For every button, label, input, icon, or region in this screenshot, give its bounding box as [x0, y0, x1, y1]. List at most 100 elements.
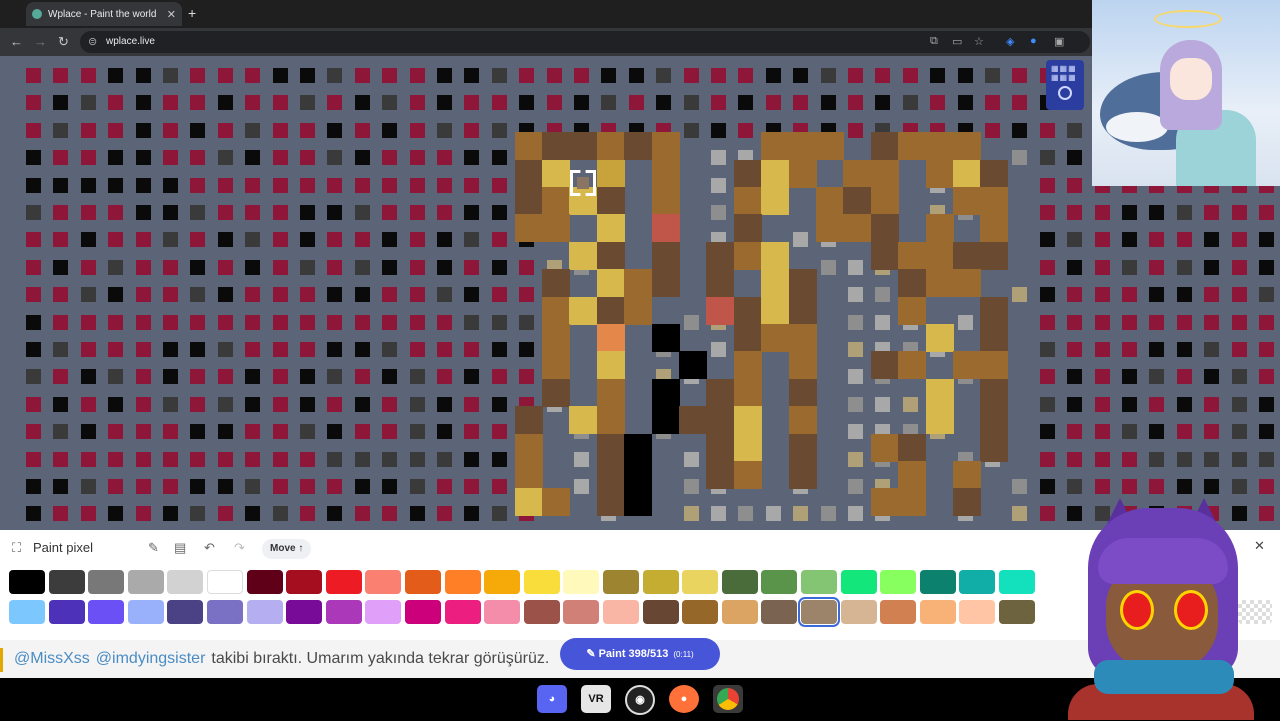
color-swatch[interactable] [919, 600, 956, 624]
color-swatch[interactable] [523, 600, 560, 624]
color-swatch[interactable] [880, 570, 917, 594]
back-icon[interactable]: ← [10, 34, 23, 49]
panel-title: Paint pixel [33, 540, 93, 555]
eraser-icon[interactable]: ▤ [174, 540, 186, 556]
close-tab-icon[interactable]: ✕ [167, 8, 176, 21]
redo-icon[interactable]: ↷ [234, 540, 245, 556]
color-swatch[interactable] [959, 570, 996, 594]
color-swatch[interactable] [405, 570, 441, 594]
color-swatch[interactable] [642, 600, 679, 624]
color-swatch[interactable] [959, 600, 996, 624]
tab-wplace[interactable]: Wplace - Paint the world ✕ [26, 2, 182, 26]
paint-button-label: Paint 398/513 [598, 648, 669, 660]
color-swatch[interactable] [127, 570, 164, 594]
extension-icon[interactable]: ◈ [1006, 35, 1014, 48]
map-controls[interactable]: ▦▦▦ ▦▦▦ [1046, 60, 1084, 110]
color-swatch[interactable] [88, 570, 125, 594]
color-swatch[interactable] [563, 600, 600, 624]
color-swatch[interactable] [9, 600, 45, 624]
obs-icon[interactable]: ◉ [625, 685, 655, 715]
color-swatch[interactable] [999, 570, 1035, 594]
color-swatch[interactable] [286, 600, 323, 624]
chat-username: @MissXss [14, 650, 90, 667]
tab-title: Wplace - Paint the world [48, 8, 157, 20]
color-swatch[interactable] [88, 600, 125, 624]
chrome-icon[interactable] [713, 685, 743, 713]
color-swatch[interactable] [167, 600, 204, 624]
pencil-icon[interactable]: ✎ [148, 540, 159, 556]
extension-icon[interactable]: ▣ [1054, 35, 1064, 48]
bookmark-star-icon[interactable]: ☆ [974, 35, 984, 48]
color-swatch[interactable] [603, 570, 639, 594]
color-swatch[interactable] [563, 570, 600, 594]
firefox-icon[interactable]: ● [669, 685, 699, 713]
grid-toggle-icon[interactable]: ▦▦▦ ▦▦▦ [1051, 64, 1077, 82]
chat-message: @MissXss @imdyingsister takibi bıraktı. Um… [14, 650, 549, 668]
color-swatch[interactable] [840, 600, 877, 624]
color-swatch[interactable] [405, 600, 441, 624]
paint-button[interactable]: ✎ Paint 398/513 (0:11) [560, 638, 720, 670]
color-swatch[interactable] [919, 570, 956, 594]
color-swatch[interactable] [642, 570, 679, 594]
color-swatch[interactable] [325, 570, 362, 594]
extension-icon[interactable]: ● [1030, 35, 1037, 47]
color-swatch[interactable] [365, 600, 402, 624]
color-swatch[interactable] [721, 570, 758, 594]
color-swatch[interactable] [286, 570, 323, 594]
paint-timer: (0:11) [673, 650, 694, 659]
color-swatch[interactable] [484, 570, 521, 594]
cast-icon[interactable]: ▭ [952, 35, 962, 48]
color-swatch[interactable] [840, 570, 877, 594]
color-swatch[interactable] [167, 570, 204, 594]
color-swatch[interactable] [801, 570, 837, 594]
pixel-canvas[interactable]: ▦▦▦ ▦▦▦ [0, 56, 1280, 530]
ticker-accent [0, 648, 3, 672]
color-swatch[interactable] [721, 600, 758, 624]
fullscreen-icon[interactable]: ⛶ [12, 540, 21, 556]
locate-icon[interactable] [1058, 86, 1072, 100]
color-swatch[interactable] [880, 600, 917, 624]
browser-toolbar: ← → ↻ ⊜ wplace.live ⧉ ▭ ☆ ◈ ● ▣ [0, 28, 1092, 56]
vrcx-icon[interactable]: VR [581, 685, 611, 713]
vtuber-avatar [1068, 498, 1254, 720]
undo-icon[interactable]: ↶ [204, 540, 215, 556]
reload-icon[interactable]: ↻ [58, 34, 69, 50]
streamer-artwork [1092, 0, 1280, 186]
translate-icon[interactable]: ⧉ [930, 35, 938, 48]
color-swatch[interactable] [207, 570, 243, 594]
color-swatch[interactable] [444, 570, 481, 594]
browser-tabstrip: Wplace - Paint the world ✕ + [0, 0, 1092, 28]
color-swatch[interactable] [325, 600, 362, 624]
close-panel-icon[interactable]: ✕ [1254, 538, 1265, 554]
forward-icon[interactable]: → [34, 34, 47, 49]
color-swatch[interactable] [365, 570, 402, 594]
wplace-favicon-icon [32, 9, 42, 19]
color-swatch[interactable] [999, 600, 1035, 624]
chat-text: takibi bıraktı. Umarım yakında tekrar gö… [211, 650, 550, 667]
address-bar[interactable]: ⊜ wplace.live ⧉ ▭ ☆ ◈ ● ▣ [80, 31, 1090, 53]
new-tab-button[interactable]: + [188, 5, 196, 21]
site-info-icon[interactable]: ⊜ [88, 35, 97, 48]
color-swatch[interactable] [48, 570, 85, 594]
color-swatch[interactable] [484, 600, 521, 624]
move-button[interactable]: Move ↑ [262, 539, 312, 559]
color-swatch[interactable] [48, 600, 85, 624]
color-swatch[interactable] [523, 570, 560, 594]
brush-icon: ✎ [586, 648, 599, 660]
pixel-selection-cursor [570, 170, 596, 196]
chat-mention: @imdyingsister [95, 650, 206, 667]
color-swatch[interactable] [246, 600, 283, 624]
color-swatch[interactable] [444, 600, 481, 624]
color-swatch[interactable] [682, 600, 719, 624]
color-swatch[interactable] [246, 570, 283, 594]
color-swatch[interactable] [127, 600, 164, 624]
color-swatch[interactable] [761, 600, 798, 624]
color-swatch[interactable] [682, 570, 719, 594]
discord-icon[interactable]: ◕ [537, 685, 567, 713]
color-swatch[interactable] [761, 570, 798, 594]
color-swatch[interactable] [603, 600, 639, 624]
color-swatch[interactable] [9, 570, 45, 594]
color-swatch[interactable] [798, 597, 840, 627]
color-swatch[interactable] [207, 600, 243, 624]
url-text: wplace.live [106, 36, 155, 47]
